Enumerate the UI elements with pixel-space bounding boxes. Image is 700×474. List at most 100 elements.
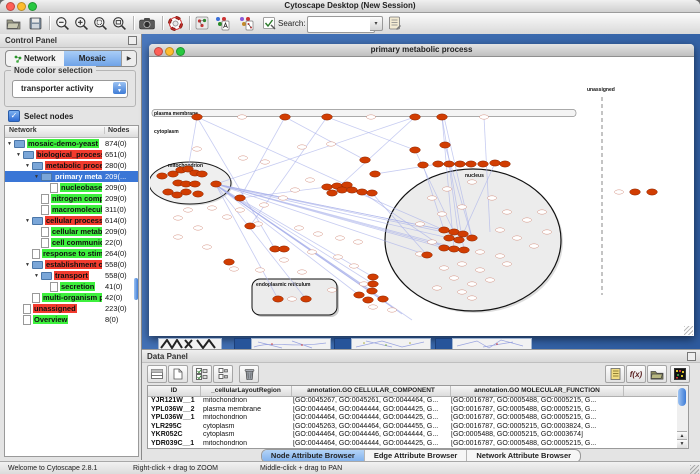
disclosure-triangle-icon[interactable]: ▼ — [34, 273, 41, 279]
table-cell[interactable]: YKR052C — [148, 431, 200, 440]
network-node[interactable] — [367, 288, 378, 294]
column-header[interactable]: ID — [148, 386, 201, 396]
more-tabs-arrow-icon[interactable]: ▶ — [121, 51, 136, 66]
scrollbar-thumb[interactable] — [678, 388, 686, 406]
network-node[interactable] — [444, 161, 455, 167]
scroll-down-icon[interactable]: ▼ — [677, 439, 687, 448]
disclosure-triangle-icon[interactable]: ▼ — [16, 152, 23, 158]
tree-row[interactable]: ▼metabolic process280(0) — [5, 160, 138, 171]
network-node[interactable] — [192, 114, 203, 120]
zoom-network-icon[interactable] — [176, 47, 185, 56]
network-node[interactable] — [410, 147, 421, 153]
network-node[interactable] — [193, 191, 204, 197]
network-node[interactable] — [630, 189, 641, 195]
table-row[interactable]: YPL036W__2plasma membrane[GO:0044464, GO… — [148, 406, 685, 415]
tab-mosaic[interactable]: Mosaic — [64, 51, 122, 66]
select-attributes-icon[interactable] — [147, 365, 167, 383]
attribute-report-icon[interactable] — [605, 365, 625, 383]
network-node[interactable] — [422, 252, 433, 258]
delete-attributes-icon[interactable] — [192, 365, 212, 383]
network-edge[interactable] — [332, 117, 415, 193]
disclosure-triangle-icon[interactable]: ▼ — [25, 163, 32, 169]
float-panel-icon[interactable] — [687, 352, 696, 361]
tree-row[interactable]: ▼primary metabo209(... — [5, 171, 138, 182]
table-cell[interactable]: YPL036W__1 — [148, 414, 200, 423]
snapshot-camera-icon[interactable] — [138, 15, 155, 31]
table-cell[interactable]: YDR039C__1 — [148, 440, 200, 449]
table-cell[interactable]: cytoplasm — [200, 423, 290, 432]
new-attribute-icon[interactable] — [168, 365, 188, 383]
network-node[interactable] — [363, 297, 374, 303]
table-cell[interactable]: [GO:0044464, GO:0044444, GO:0044425, G..… — [290, 440, 448, 449]
table-row[interactable]: YJR121W__1mitochondrion[GO:0045267, GO:0… — [148, 397, 685, 406]
network-node[interactable] — [433, 161, 444, 167]
network-node[interactable] — [466, 161, 477, 167]
table-cell[interactable]: [GO:0044464, GO:0044444, GO:0044425, G..… — [290, 406, 448, 415]
network-canvas[interactable]: plasma membranecytoplasmmitochondrionnuc… — [150, 57, 693, 336]
zoom-selected-icon[interactable] — [92, 15, 109, 31]
network-node[interactable] — [357, 189, 368, 195]
network-node[interactable] — [235, 195, 246, 201]
table-cell[interactable]: [GO:0016787, GO:0005488, GO:0005215, G..… — [448, 397, 620, 406]
network-edge[interactable] — [375, 164, 438, 174]
network-node[interactable] — [410, 114, 421, 120]
import-attributes-icon[interactable] — [647, 365, 667, 383]
minimize-network-icon[interactable] — [165, 47, 174, 56]
network-edge[interactable] — [250, 117, 327, 226]
function-builder-icon[interactable]: f(x) — [626, 365, 646, 383]
network-node[interactable] — [273, 296, 284, 302]
network-node[interactable] — [354, 292, 365, 298]
network-node[interactable] — [449, 246, 460, 252]
network-node[interactable] — [437, 114, 448, 120]
tree-row[interactable]: nitrogen compo209(0) — [5, 193, 138, 204]
float-panel-icon[interactable] — [128, 36, 137, 45]
network-node[interactable] — [647, 189, 658, 195]
network-node[interactable] — [439, 245, 450, 251]
network-node[interactable] — [478, 161, 489, 167]
network-edge[interactable] — [188, 117, 197, 169]
table-cell[interactable]: [GO:0005488, GO:0005215, GO:0003674] — [448, 431, 620, 440]
network-node[interactable] — [157, 173, 168, 179]
network-node[interactable] — [190, 181, 201, 187]
network-node[interactable] — [347, 187, 358, 193]
plasma-membrane-region[interactable] — [152, 110, 576, 117]
search-dropdown-arrow-icon[interactable]: ▾ — [370, 16, 383, 31]
tree-row[interactable]: ▼cellular process614(0) — [5, 215, 138, 226]
disclosure-triangle-icon[interactable]: ▼ — [7, 141, 14, 147]
network-node[interactable] — [467, 235, 478, 241]
zoom-fit-icon[interactable] — [111, 15, 128, 31]
zoom-out-icon[interactable] — [54, 15, 71, 31]
select-nodes-checkbox[interactable]: ✓ — [8, 110, 20, 122]
minimize-window-icon[interactable] — [17, 2, 26, 11]
table-cell[interactable]: [GO:0045267, GO:0045261, GO:0044464, G..… — [290, 397, 448, 406]
table-cell[interactable]: [GO:0045263, GO:0044464, GO:0044455, G..… — [290, 423, 448, 432]
network-node[interactable] — [370, 171, 381, 177]
save-session-icon[interactable] — [27, 15, 44, 31]
disclosure-triangle-icon[interactable]: ▼ — [34, 174, 41, 180]
table-row[interactable]: YDR039C__1mitochondrion[GO:0044464, GO:0… — [148, 440, 685, 449]
network-node[interactable] — [367, 190, 378, 196]
table-cell[interactable]: plasma membrane — [200, 406, 290, 415]
network-manager-icon[interactable] — [193, 15, 210, 31]
network-node[interactable] — [327, 190, 338, 196]
network-node[interactable] — [440, 142, 451, 148]
tree-row[interactable]: unassigned223(0) — [5, 303, 138, 314]
table-row[interactable]: YPL036W__1mitochondrion[GO:0044464, GO:0… — [148, 414, 685, 423]
table-row[interactable]: YKR052Ccytoplasm[GO:0044464, GO:0044446,… — [148, 431, 685, 440]
network-node[interactable] — [224, 259, 235, 265]
table-cell[interactable]: mitochondrion — [200, 414, 290, 423]
table-cell[interactable]: YPL036W__2 — [148, 406, 200, 415]
network-node[interactable] — [500, 161, 511, 167]
network-node[interactable] — [458, 231, 469, 237]
tree-row[interactable]: multi-organism pro42(0) — [5, 292, 138, 303]
network-node[interactable] — [368, 274, 379, 280]
network-node[interactable] — [245, 223, 256, 229]
table-cell[interactable]: [GO:0016787, GO:0005488, GO:0005215, G..… — [448, 440, 620, 449]
tree-row[interactable]: macromolecule311(0) — [5, 204, 138, 215]
table-cell[interactable]: [GO:0044464, GO:0044444, GO:0044425, G..… — [290, 414, 448, 423]
node-color-dropdown[interactable]: transporter activity ▲▼ — [12, 80, 128, 98]
network-edge[interactable] — [285, 117, 365, 160]
table-vertical-scrollbar[interactable]: ▲ ▼ — [677, 385, 689, 449]
tree-row[interactable]: nucleobase-209(0) — [5, 182, 138, 193]
network-node[interactable] — [337, 187, 348, 193]
